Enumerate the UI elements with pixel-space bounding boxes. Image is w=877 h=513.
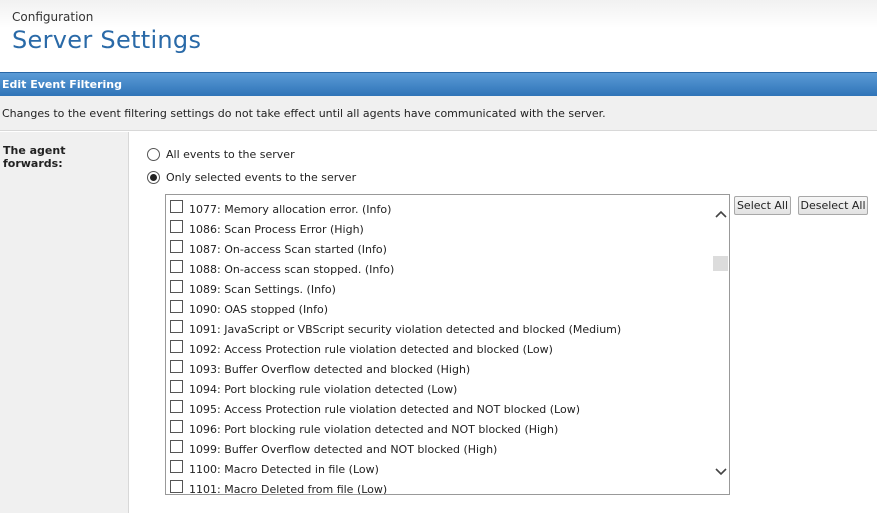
page-title: Server Settings — [12, 26, 202, 54]
event-checkbox[interactable] — [170, 460, 183, 473]
event-checkbox[interactable] — [170, 400, 183, 413]
event-label: 1094: Port blocking rule violation detec… — [189, 383, 458, 396]
event-checkbox[interactable] — [170, 420, 183, 433]
list-item[interactable]: 1088: On-access scan stopped. (Info) — [166, 257, 712, 277]
event-checkbox[interactable] — [170, 280, 183, 293]
list-item[interactable]: 1100: Macro Detected in file (Low) — [166, 457, 712, 477]
radio-label: Only selected events to the server — [166, 171, 357, 184]
radio-button[interactable] — [147, 148, 160, 161]
event-label: 1087: On-access Scan started (Info) — [189, 243, 387, 256]
list-item[interactable]: 1093: Buffer Overflow detected and block… — [166, 357, 712, 377]
event-label: 1092: Access Protection rule violation d… — [189, 343, 553, 356]
radio-selected-dot — [150, 174, 157, 181]
form-label-column: The agent forwards: — [0, 132, 129, 513]
scrollbar-thumb[interactable] — [713, 256, 728, 271]
list-scrollbar[interactable] — [712, 195, 729, 494]
list-item[interactable]: 1086: Scan Process Error (High) — [166, 217, 712, 237]
list-item[interactable]: 1090: OAS stopped (Info) — [166, 297, 712, 317]
page-header: Configuration Server Settings — [0, 0, 877, 71]
section-title-bar: Edit Event Filtering — [0, 72, 877, 96]
event-label: 1086: Scan Process Error (High) — [189, 223, 364, 236]
list-item[interactable]: 1094: Port blocking rule violation detec… — [166, 377, 712, 397]
event-label: 1093: Buffer Overflow detected and block… — [189, 363, 471, 376]
event-label: 1077: Memory allocation error. (Info) — [189, 203, 392, 216]
deselect-all-button[interactable]: Deselect All — [798, 196, 868, 215]
event-list[interactable]: 1077: Memory allocation error. (Info) 10… — [165, 194, 730, 495]
event-checkbox[interactable] — [170, 220, 183, 233]
event-list-items: 1077: Memory allocation error. (Info) 10… — [166, 197, 712, 495]
list-item[interactable]: 1092: Access Protection rule violation d… — [166, 337, 712, 357]
settings-notice: Changes to the event filtering settings … — [0, 96, 877, 131]
chevron-up-icon[interactable] — [712, 205, 729, 223]
event-checkbox[interactable] — [170, 440, 183, 453]
event-checkbox[interactable] — [170, 260, 183, 273]
event-checkbox[interactable] — [170, 380, 183, 393]
list-item[interactable]: 1101: Macro Deleted from file (Low) — [166, 477, 712, 495]
list-item[interactable]: 1087: On-access Scan started (Info) — [166, 237, 712, 257]
event-label: 1099: Buffer Overflow detected and NOT b… — [189, 443, 498, 456]
event-label: 1101: Macro Deleted from file (Low) — [189, 483, 388, 495]
list-item[interactable]: 1077: Memory allocation error. (Info) — [166, 197, 712, 217]
event-checkbox[interactable] — [170, 200, 183, 213]
list-item[interactable]: 1096: Port blocking rule violation detec… — [166, 417, 712, 437]
breadcrumb[interactable]: Configuration — [12, 10, 93, 24]
select-all-button[interactable]: Select All — [734, 196, 791, 215]
event-label: 1096: Port blocking rule violation detec… — [189, 423, 559, 436]
event-checkbox[interactable] — [170, 340, 183, 353]
list-item[interactable]: 1091: JavaScript or VBScript security vi… — [166, 317, 712, 337]
event-label: 1091: JavaScript or VBScript security vi… — [189, 323, 622, 336]
event-checkbox[interactable] — [170, 480, 183, 493]
list-item[interactable]: 1089: Scan Settings. (Info) — [166, 277, 712, 297]
event-label: 1095: Access Protection rule violation d… — [189, 403, 580, 416]
chevron-down-icon[interactable] — [712, 463, 729, 481]
event-checkbox[interactable] — [170, 360, 183, 373]
event-label: 1090: OAS stopped (Info) — [189, 303, 329, 316]
event-checkbox[interactable] — [170, 300, 183, 313]
radio-button[interactable] — [147, 171, 160, 184]
agent-forwards-label: The agent forwards: — [3, 144, 66, 170]
list-item[interactable]: 1095: Access Protection rule violation d… — [166, 397, 712, 417]
event-label: 1089: Scan Settings. (Info) — [189, 283, 336, 296]
radio-label: All events to the server — [166, 148, 295, 161]
event-label: 1088: On-access scan stopped. (Info) — [189, 263, 395, 276]
list-item[interactable]: 1099: Buffer Overflow detected and NOT b… — [166, 437, 712, 457]
event-label: 1100: Macro Detected in file (Low) — [189, 463, 379, 476]
event-checkbox[interactable] — [170, 240, 183, 253]
event-checkbox[interactable] — [170, 320, 183, 333]
